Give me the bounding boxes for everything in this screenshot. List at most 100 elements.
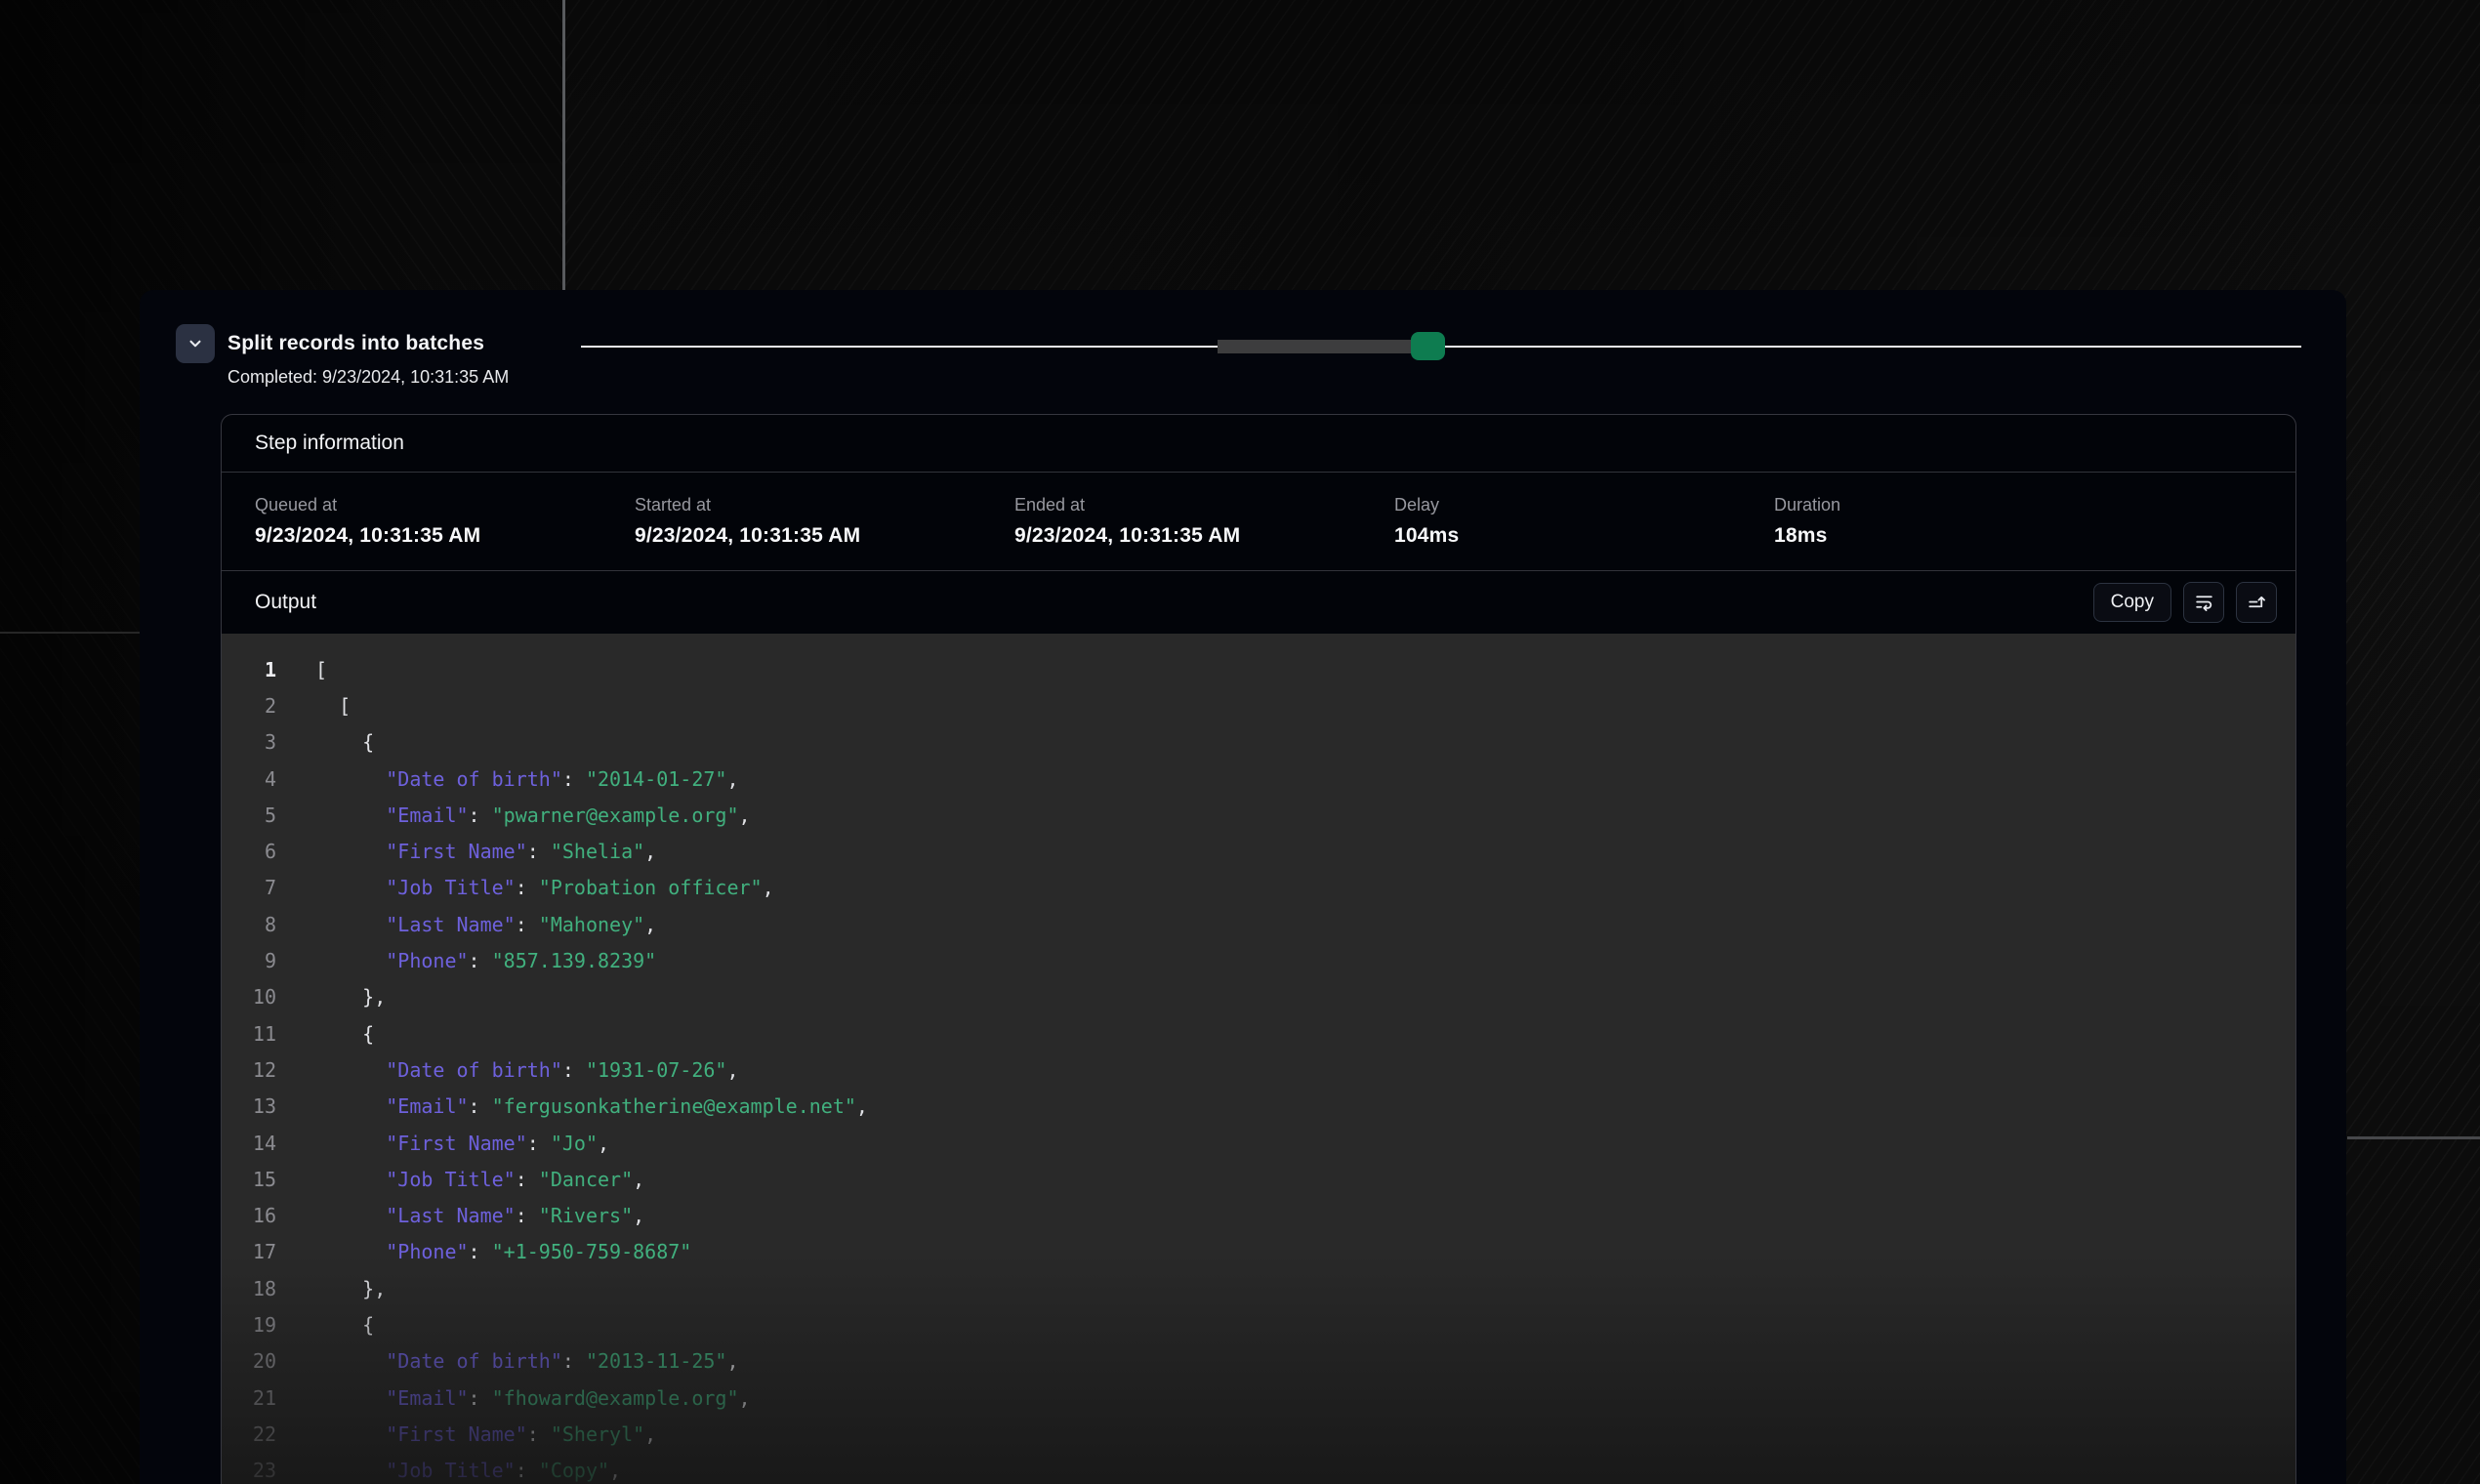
step-information-header: Step information: [222, 415, 2295, 473]
step-information-title: Step information: [255, 432, 404, 455]
line-number: 12: [222, 1058, 276, 1082]
code-line: 7 "Job Title": "Probation officer",: [222, 870, 2295, 906]
line-number: 20: [222, 1349, 276, 1373]
code-line: 8 "Last Name": "Mahoney",: [222, 906, 2295, 942]
scroll-to-top-button[interactable]: [2236, 582, 2277, 623]
info-field: Started at9/23/2024, 10:31:35 AM: [635, 495, 1014, 548]
code-line-content: },: [276, 1277, 386, 1300]
step-status: Completed: 9/23/2024, 10:31:35 AM: [227, 367, 509, 388]
code-line-content: "Phone": "857.139.8239": [276, 949, 656, 972]
line-number: 22: [222, 1422, 276, 1446]
code-line: 18 },: [222, 1270, 2295, 1306]
code-line-content: "First Name": "Jo",: [276, 1132, 609, 1155]
info-field: Ended at9/23/2024, 10:31:35 AM: [1014, 495, 1394, 548]
output-title: Output: [255, 591, 316, 614]
code-line-content: "Phone": "+1-950-759-8687": [276, 1240, 691, 1263]
code-line-content: [: [276, 694, 351, 718]
code-line: 10 },: [222, 979, 2295, 1015]
code-line-content: "Email": "pwarner@example.org",: [276, 804, 751, 827]
step-title: Split records into batches: [227, 332, 484, 355]
step-information-grid: Queued at 9/23/2024, 10:31:35 AMStarted a…: [222, 473, 2295, 571]
code-line-content: {: [276, 1022, 374, 1046]
output-actions: Copy: [2093, 582, 2277, 623]
scroll-to-top-icon: [2247, 592, 2267, 612]
code-line: 12 "Date of birth": "1931-07-26",: [222, 1051, 2295, 1088]
info-field: Delay 104ms: [1394, 495, 1774, 548]
line-number: 19: [222, 1313, 276, 1337]
code-line: 4 "Date of birth": "2014-01-27",: [222, 761, 2295, 797]
code-line-content: [: [276, 658, 327, 681]
line-number: 9: [222, 949, 276, 972]
line-number: 5: [222, 804, 276, 827]
line-number: 2: [222, 694, 276, 718]
code-line-content: "Date of birth": "2014-01-27",: [276, 767, 739, 791]
code-line: 19 {: [222, 1306, 2295, 1342]
info-field-label: Delay: [1394, 495, 1774, 515]
code-line: 9 "Phone": "857.139.8239": [222, 942, 2295, 978]
line-number: 14: [222, 1132, 276, 1155]
code-line: 20 "Date of birth": "2013-11-25",: [222, 1343, 2295, 1380]
code-line-content: "Email": "fhoward@example.org",: [276, 1386, 751, 1410]
code-line-content: "First Name": "Sheryl",: [276, 1422, 656, 1446]
code-line: 17 "Phone": "+1-950-759-8687": [222, 1234, 2295, 1270]
line-number: 11: [222, 1022, 276, 1046]
code-line: 16 "Last Name": "Rivers",: [222, 1197, 2295, 1233]
output-header: Output Copy: [222, 571, 2295, 633]
step-detail-panel: Split records into batches Completed: 9/…: [140, 290, 2346, 1484]
canvas-edge-line-left: [0, 632, 140, 634]
info-field-label: Started at: [635, 495, 1014, 515]
code-line: 21 "Email": "fhoward@example.org",: [222, 1380, 2295, 1416]
line-number: 16: [222, 1204, 276, 1227]
code-line-content: },: [276, 985, 386, 1009]
code-line: 11 {: [222, 1015, 2295, 1051]
code-line: 15 "Job Title": "Dancer",: [222, 1161, 2295, 1197]
line-number: 3: [222, 730, 276, 754]
info-field-label: Duration: [1774, 495, 2154, 515]
code-line: 23 "Job Title": "Copy",: [222, 1453, 2295, 1484]
timeline-handle[interactable]: [1411, 332, 1445, 360]
line-number: 17: [222, 1240, 276, 1263]
code-line: 5 "Email": "pwarner@example.org",: [222, 797, 2295, 833]
code-line-content: "Date of birth": "2013-11-25",: [276, 1349, 739, 1373]
line-number: 7: [222, 876, 276, 899]
info-field-value: 9/23/2024, 10:31:35 AM: [255, 524, 635, 548]
wrap-text-icon: [2194, 592, 2214, 612]
code-lines: 1[2 [3 {4 "Date of birth": "2014-01-27",…: [222, 634, 2295, 1484]
code-line: 22 "First Name": "Sheryl",: [222, 1416, 2295, 1452]
step-header: Split records into batches Completed: 9/…: [140, 290, 2346, 414]
info-field: Duration 18ms: [1774, 495, 2154, 548]
canvas-edge-line-right: [2347, 1136, 2480, 1139]
output-code-viewer[interactable]: 1[2 [3 {4 "Date of birth": "2014-01-27",…: [222, 634, 2295, 1484]
code-line-content: "Job Title": "Probation officer",: [276, 876, 774, 899]
copy-button[interactable]: Copy: [2093, 583, 2171, 622]
code-line-content: "Job Title": "Dancer",: [276, 1168, 644, 1191]
timeline-slider[interactable]: [581, 327, 2301, 366]
info-field-value: 104ms: [1394, 524, 1774, 548]
line-number: 6: [222, 840, 276, 863]
line-number: 4: [222, 767, 276, 791]
info-field-label: Queued at: [255, 495, 635, 515]
timeline-duration-segment: [1218, 340, 1413, 353]
code-line: 1[: [222, 651, 2295, 687]
line-number: 8: [222, 913, 276, 936]
code-line: 6 "First Name": "Shelia",: [222, 833, 2295, 869]
code-line-content: "Email": "fergusonkatherine@example.net"…: [276, 1094, 868, 1118]
code-line: 2 [: [222, 687, 2295, 723]
canvas-edge-line-vertical: [562, 0, 565, 291]
line-number: 15: [222, 1168, 276, 1191]
code-line-content: "First Name": "Shelia",: [276, 840, 656, 863]
code-line-content: {: [276, 730, 374, 754]
line-number: 23: [222, 1459, 276, 1482]
step-information-card: Step information Queued at 9/23/2024, 10:…: [221, 414, 2296, 1484]
chevron-down-icon: [186, 335, 204, 352]
info-field: Queued at 9/23/2024, 10:31:35 AM: [255, 495, 635, 548]
line-number: 13: [222, 1094, 276, 1118]
code-line: 3 {: [222, 724, 2295, 761]
code-line: 13 "Email": "fergusonkatherine@example.n…: [222, 1089, 2295, 1125]
code-line-content: "Job Title": "Copy",: [276, 1459, 621, 1482]
collapse-step-button[interactable]: [176, 324, 215, 363]
info-field-value: 18ms: [1774, 524, 2154, 548]
wrap-text-button[interactable]: [2183, 582, 2224, 623]
info-field-label: Ended at: [1014, 495, 1394, 515]
code-line: 14 "First Name": "Jo",: [222, 1125, 2295, 1161]
